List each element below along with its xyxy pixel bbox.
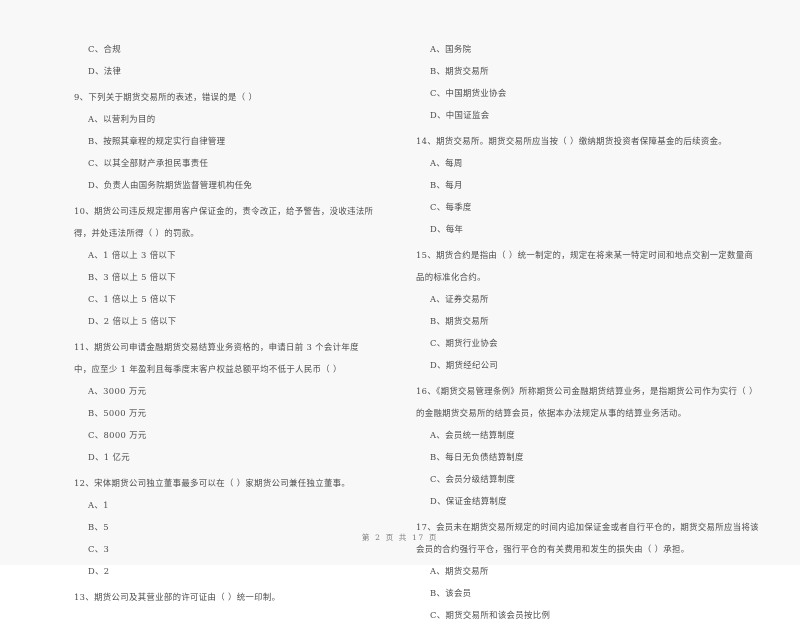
left-column: C、合规 D、法律 9、下列关于期货交易所的表述，错误的是（ ） A、以营利为目的 B、… xyxy=(0,38,400,608)
question-stem: 12、宋体期货公司独立董事最多可以在（ ）家期货公司兼任独立董事。 xyxy=(74,478,351,488)
answer-option[interactable]: B、每月 xyxy=(416,174,760,196)
answer-option[interactable]: D、中国证监会 xyxy=(416,104,760,126)
question-stem: 15、期货合约是指由（ ）统一制定的，规定在将来某一特定时间和地点交割一定数量商… xyxy=(416,250,754,282)
answer-option[interactable]: A、3000 万元 xyxy=(74,380,374,402)
answer-option[interactable]: C、期货交易所和该会员按比例 xyxy=(416,604,760,626)
answer-option[interactable]: D、保证金结算制度 xyxy=(416,490,760,512)
answer-option[interactable]: D、负责人由国务院期货监督管理机构任免 xyxy=(74,174,374,196)
answer-option[interactable]: B、期货交易所 xyxy=(416,60,760,82)
question-stem: 14、期货交易所。期货交易所应当按（ ）缴纳期货投资者保障基金的后续资金。 xyxy=(416,136,728,146)
question-stem: 10、期货公司违反规定挪用客户保证金的，责令改正，给予警告，没收违法所得，并处违… xyxy=(74,206,374,238)
question-stem: 16、《期货交易管理条例》所称期货公司金融期货结算业务，是指期货公司作为实行（ … xyxy=(416,386,758,418)
answer-option[interactable]: B、每日无负债结算制度 xyxy=(416,446,760,468)
page-footer: 第 2 页 共 17 页 xyxy=(361,533,439,542)
question-stem: 13、期货公司及其营业部的许可证由（ ）统一印制。 xyxy=(74,592,281,602)
answer-option[interactable]: C、会员分级结算制度 xyxy=(416,468,760,490)
question-stem: 9、下列关于期货交易所的表述，错误的是（ ） xyxy=(74,92,258,102)
answer-option[interactable]: C、8000 万元 xyxy=(74,424,374,446)
answer-option[interactable]: A、以营利为目的 xyxy=(74,108,374,130)
answer-option[interactable]: B、期货交易所 xyxy=(416,310,760,332)
answer-option[interactable]: A、证券交易所 xyxy=(416,288,760,310)
answer-option[interactable]: D、法律 xyxy=(74,60,374,82)
answer-option[interactable]: C、1 倍以上 5 倍以下 xyxy=(74,288,374,310)
answer-option[interactable]: B、该会员 xyxy=(416,582,760,604)
answer-option[interactable]: B、按照其章程的规定实行自律管理 xyxy=(74,130,374,152)
answer-option[interactable]: C、每季度 xyxy=(416,196,760,218)
answer-option[interactable]: A、会员统一结算制度 xyxy=(416,424,760,446)
answer-option[interactable]: D、2 倍以上 5 倍以下 xyxy=(74,310,374,332)
answer-option[interactable]: B、5000 万元 xyxy=(74,402,374,424)
answer-option[interactable]: D、1 亿元 xyxy=(74,446,374,468)
answer-option[interactable]: D、2 xyxy=(74,560,374,582)
answer-option[interactable]: A、1 倍以上 3 倍以下 xyxy=(74,244,374,266)
answer-option[interactable]: C、期货行业协会 xyxy=(416,332,760,354)
answer-option[interactable]: A、每周 xyxy=(416,152,760,174)
answer-option[interactable]: A、国务院 xyxy=(416,38,760,60)
answer-option[interactable]: B、3 倍以上 5 倍以下 xyxy=(74,266,374,288)
answer-option[interactable]: C、合规 xyxy=(74,38,374,60)
answer-option[interactable]: A、期货交易所 xyxy=(416,560,760,582)
answer-option[interactable]: A、1 xyxy=(74,494,374,516)
question-stem: 11、期货公司申请金融期货交易结算业务资格的，申请日前 3 个会计年度中，应至少… xyxy=(74,342,359,374)
answer-option[interactable]: D、每年 xyxy=(416,218,760,240)
answer-option[interactable]: C、以其全部财产承担民事责任 xyxy=(74,152,374,174)
answer-option[interactable]: D、期货经纪公司 xyxy=(416,354,760,376)
answer-option[interactable]: C、中国期货业协会 xyxy=(416,82,760,104)
